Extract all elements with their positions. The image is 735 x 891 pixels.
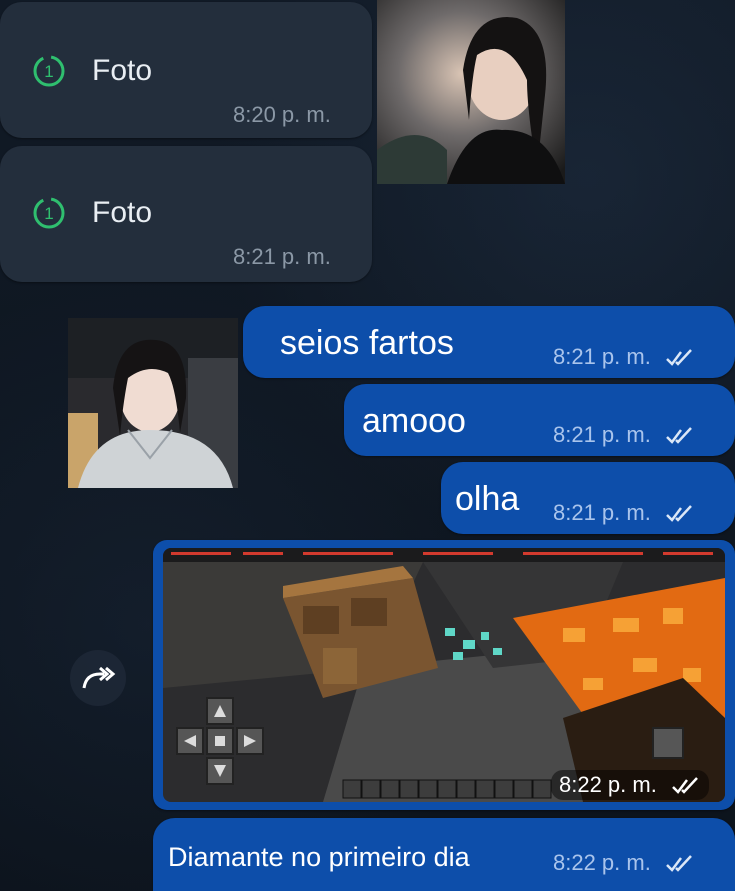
message-time-text: 8:21 p. m.: [553, 422, 651, 447]
message-time: 8:21 p. m.: [233, 244, 331, 269]
message-time: 8:21 p. m.: [553, 422, 695, 448]
forward-icon: [82, 666, 116, 689]
svg-text:1: 1: [44, 204, 53, 223]
forward-button[interactable]: [70, 650, 126, 706]
media-time: 8:22 p. m.: [551, 770, 709, 800]
message-time: 8:21 p. m.: [553, 344, 695, 370]
outgoing-message[interactable]: amooo 8:21 p. m.: [344, 384, 735, 456]
outgoing-media-message[interactable]: 8:22 p. m.: [153, 540, 735, 810]
svg-text:1: 1: [44, 62, 53, 81]
message-time-text: 8:21 p. m.: [553, 500, 651, 525]
photo-label: Foto: [92, 196, 153, 229]
incoming-photo-message[interactable]: 1 Foto 8:21 p. m.: [0, 146, 372, 282]
message-time-text: 8:22 p. m.: [553, 850, 651, 875]
selfie-image: [68, 318, 238, 488]
message-text: amooo: [362, 402, 466, 440]
message-text: seios fartos: [280, 324, 454, 362]
overlay-photo: [377, 0, 565, 184]
game-scene-image: [163, 548, 725, 802]
photo-label: Foto: [92, 54, 153, 87]
message-time: 8:22 p. m.: [553, 850, 695, 876]
double-check-icon: [666, 505, 692, 523]
outgoing-message[interactable]: olha 8:21 p. m.: [441, 462, 735, 534]
view-once-icon: 1: [33, 55, 65, 87]
double-check-icon: [666, 427, 692, 445]
double-check-icon: [672, 777, 698, 795]
media-time-text: 8:22 p. m.: [559, 772, 657, 797]
double-check-icon: [666, 855, 692, 873]
message-text: olha: [455, 480, 520, 518]
portrait-image: [377, 0, 565, 184]
message-text: Diamante no primeiro dia: [168, 842, 470, 872]
message-time: 8:21 p. m.: [553, 500, 695, 526]
message-time-text: 8:21 p. m.: [553, 344, 651, 369]
overlay-photo: [68, 318, 238, 488]
view-once-icon: 1: [33, 197, 65, 229]
outgoing-message[interactable]: Diamante no primeiro dia 8:22 p. m.: [153, 818, 735, 891]
message-time: 8:20 p. m.: [233, 102, 331, 127]
incoming-photo-message[interactable]: 1 Foto 8:20 p. m.: [0, 2, 372, 138]
game-screenshot[interactable]: 8:22 p. m.: [163, 548, 725, 802]
outgoing-message[interactable]: seios fartos 8:21 p. m.: [243, 306, 735, 378]
double-check-icon: [666, 349, 692, 367]
